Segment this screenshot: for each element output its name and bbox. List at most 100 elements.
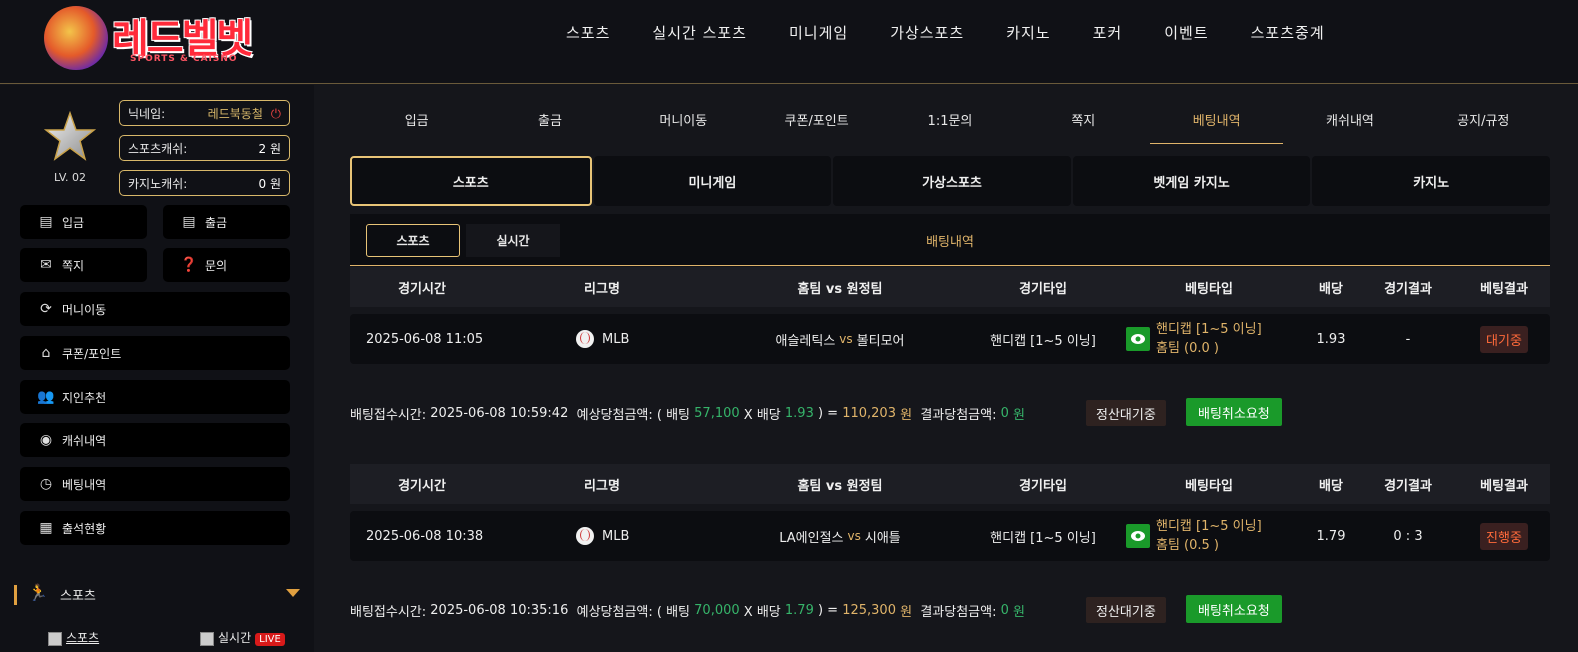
result-amount: 0: [1000, 405, 1009, 421]
nav-virtual-sports[interactable]: 가상스포츠: [890, 22, 964, 43]
nav-poker[interactable]: 포커: [1093, 22, 1123, 43]
money-move-label: 머니이동: [62, 302, 107, 317]
sub-link-live[interactable]: 실시간 LIVE: [200, 629, 285, 646]
nav-sports[interactable]: 스포츠: [566, 22, 610, 43]
game-result: 0 : 3: [1393, 528, 1423, 544]
col-bet-type: 베팅타입: [1185, 478, 1233, 494]
question-bubble-icon: ❓: [180, 257, 198, 273]
money-move-button[interactable]: ⟳ 머니이동: [20, 292, 290, 326]
deposit-button[interactable]: ▤ 입금: [20, 205, 147, 239]
coupon-button[interactable]: ⌂ 쿠폰/포인트: [20, 336, 290, 370]
sports-cash-value: 2 원: [258, 141, 282, 156]
sub-filter-bar: 배팅내역 스포츠 실시간: [350, 214, 1550, 266]
game-category-tabs: 스포츠 미니게임 가상스포츠 벳게임 카지노 카지노: [350, 156, 1550, 206]
inquiry-label: 문의: [205, 258, 228, 273]
odds-value: 1.93: [1316, 331, 1346, 347]
col-game-result: 경기결과: [1384, 478, 1432, 494]
summary-odds: 1.79: [784, 602, 814, 618]
eq-label: ) =: [813, 405, 843, 421]
message-button[interactable]: ✉ 쪽지: [20, 248, 147, 282]
tab-cat-betgame-casino[interactable]: 벳게임 카지노: [1072, 156, 1311, 206]
chevron-down-icon: [286, 589, 300, 597]
cash-history-label: 캐쉬내역: [62, 433, 107, 448]
logout-power-icon[interactable]: ⏻: [271, 107, 281, 122]
game-type: 핸디캡 [1~5 이닝]: [990, 530, 1096, 546]
tab-cash-history[interactable]: 캐쉬내역: [1283, 96, 1416, 144]
settlement-pending-button[interactable]: 정산대기중: [1086, 597, 1166, 623]
referral-button[interactable]: 👥 지인추천: [20, 380, 290, 414]
cash-stack-icon: ▤: [39, 214, 53, 230]
bet-history-button[interactable]: ◷ 베팅내역: [20, 467, 290, 501]
sidebar: LV. 02 닉네임: 레드북동철 ⏻ 스포츠캐쉬: 2 원 카지노캐쉬: 0 …: [0, 85, 314, 652]
won-label-2: 원: [1008, 407, 1025, 423]
main-nav: 스포츠 실시간 스포츠 미니게임 가상스포츠 카지노 포커 이벤트 스포츠중계: [566, 22, 1367, 43]
tab-cat-casino[interactable]: 카지노: [1312, 156, 1550, 206]
bet-cancel-request-button[interactable]: 배팅취소요청: [1186, 398, 1282, 426]
filter-live-button[interactable]: 실시간: [466, 224, 560, 257]
eq-label: ) =: [813, 602, 843, 618]
attendance-button[interactable]: ▦ 출석현황: [20, 511, 290, 545]
tab-cat-virtual[interactable]: 가상스포츠: [833, 156, 1071, 206]
nav-sports-broadcast[interactable]: 스포츠중계: [1251, 22, 1325, 43]
home-team: 애슬레틱스: [775, 333, 836, 349]
bet-cancel-request-button[interactable]: 배팅취소요청: [1186, 595, 1282, 623]
home-team: LA에인절스: [779, 530, 844, 546]
account-tabs: 입금 출금 머니이동 쿠폰/포인트 1:1문의 쪽지 베팅내역 캐쉬내역 공지/…: [350, 96, 1550, 144]
col-bet-type: 베팅타입: [1185, 281, 1233, 297]
envelope-icon: ✉: [40, 257, 52, 273]
refresh-icon: ⟳: [40, 301, 52, 317]
col-game-result: 경기결과: [1384, 281, 1432, 297]
inquiry-button[interactable]: ❓ 문의: [163, 248, 290, 282]
vs-label: vs: [847, 529, 861, 543]
tab-notice-rules[interactable]: 공지/규정: [1417, 96, 1550, 144]
coupon-label: 쿠폰/포인트: [62, 346, 122, 361]
accepted-time: 2025-06-08 10:35:16: [430, 602, 569, 618]
nav-event[interactable]: 이벤트: [1164, 22, 1208, 43]
teams-cell: LA에인절스 vs 시애틀: [740, 511, 940, 561]
bet-result-cell: 대기중: [1458, 314, 1550, 364]
x-label: X 배당: [739, 604, 785, 620]
tab-bet-history[interactable]: 베팅내역: [1149, 96, 1284, 144]
filter-sports-button[interactable]: 스포츠: [366, 224, 460, 257]
sports-section-toggle[interactable]: 🏃 스포츠: [14, 583, 300, 607]
won-label: 원: [895, 604, 921, 620]
x-label: X 배당: [739, 407, 785, 423]
bet-history-label: 베팅내역: [62, 477, 107, 492]
col-bet-result: 베팅결과: [1480, 478, 1528, 494]
tab-inquiry[interactable]: 1:1문의: [883, 96, 1016, 144]
eye-icon[interactable]: [1126, 327, 1150, 351]
coupon-icon: ⌂: [41, 345, 51, 361]
tab-deposit[interactable]: 입금: [350, 96, 483, 144]
league-cell: MLB: [576, 314, 700, 364]
top-header: 레드벨벳 SPORTS & CAISNO 스포츠 실시간 스포츠 미니게임 가상…: [0, 0, 1578, 84]
expected-label: 예상당첨금액: ( 배팅: [568, 407, 695, 423]
deposit-label: 입금: [62, 215, 85, 230]
tab-cat-minigame[interactable]: 미니게임: [593, 156, 832, 206]
casino-cash-label: 카지노캐쉬:: [128, 176, 188, 191]
settlement-pending-button[interactable]: 정산대기중: [1086, 400, 1166, 426]
eye-icon[interactable]: [1126, 524, 1150, 548]
withdraw-button[interactable]: ▤ 출금: [163, 205, 290, 239]
casino-cash-box: 카지노캐쉬: 0 원: [119, 170, 290, 196]
nav-live-sports[interactable]: 실시간 스포츠: [652, 22, 747, 43]
nav-casino[interactable]: 카지노: [1006, 22, 1050, 43]
sub-link-sports[interactable]: 스포츠: [48, 629, 99, 646]
tab-coupon-point[interactable]: 쿠폰/포인트: [750, 96, 883, 144]
bet-type-cell: 핸디캡 [1~5 이닝] 홈팀 (0.0 ): [1126, 314, 1292, 364]
tab-cat-sports[interactable]: 스포츠: [350, 156, 592, 206]
table-row: 2025-06-08 10:38 MLB LA에인절스 vs 시애틀 핸디캡 […: [350, 511, 1550, 561]
bet-type-cell: 핸디캡 [1~5 이닝] 홈팀 (0.5 ): [1126, 511, 1292, 561]
tab-withdraw[interactable]: 출금: [483, 96, 616, 144]
tab-money-move[interactable]: 머니이동: [617, 96, 750, 144]
baseball-icon: [576, 330, 594, 348]
sports-cash-label: 스포츠캐쉬:: [128, 141, 188, 156]
nav-minigame[interactable]: 미니게임: [789, 22, 848, 43]
sports-section-label: 스포츠: [60, 589, 96, 604]
site-logo[interactable]: 레드벨벳 SPORTS & CAISNO: [44, 2, 264, 74]
expected-amount: 125,300: [842, 602, 896, 618]
status-badge: 대기중: [1480, 325, 1528, 353]
tab-message[interactable]: 쪽지: [1017, 96, 1150, 144]
bet-result-cell: 진행중: [1458, 511, 1550, 561]
user-level: LV. 02: [54, 171, 87, 184]
cash-history-button[interactable]: ◉ 캐쉬내역: [20, 423, 290, 457]
